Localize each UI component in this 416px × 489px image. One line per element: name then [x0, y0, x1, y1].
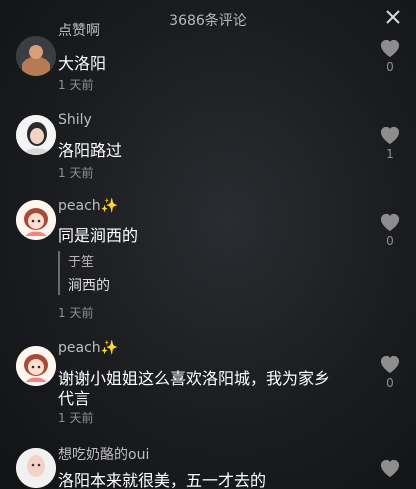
comment-username: peach✨ — [58, 340, 119, 356]
comment-timestamp: 1 天前 — [58, 166, 94, 180]
avatar[interactable] — [16, 115, 56, 155]
avatar[interactable] — [16, 200, 56, 240]
comment-username: 想吃奶酪的oui — [58, 447, 150, 463]
comment-text: 洛阳路过 — [58, 141, 123, 160]
comment-username: Shily — [58, 112, 92, 128]
avatar[interactable] — [16, 36, 56, 76]
comment-timestamp: 1 天前 — [58, 306, 94, 320]
quoted-reply[interactable]: 于笙 涧西的 — [58, 251, 110, 295]
comment-text: 同是涧西的 — [58, 226, 139, 245]
comment-timestamp: 1 天前 — [58, 78, 94, 92]
heart-icon — [380, 213, 400, 232]
avatar[interactable] — [16, 346, 56, 386]
heart-icon — [380, 355, 400, 374]
comment-text: 大洛阳 — [58, 54, 107, 73]
like-button[interactable]: 0 — [378, 212, 402, 248]
quoted-text: 涧西的 — [68, 278, 110, 294]
comment-text-line-1: 谢谢小姐姐这么喜欢洛阳城，我为家乡 — [58, 369, 331, 388]
heart-icon — [380, 459, 400, 478]
quoted-author: 于笙 — [68, 255, 95, 270]
heart-icon — [380, 126, 400, 145]
like-button[interactable]: 0 — [378, 38, 402, 74]
comment-timestamp: 1 天前 — [58, 411, 94, 425]
comment-sheet: 3686条评论 点赞啊 大洛阳 1 天前 0 Shily 洛阳路过 1 天前 1… — [0, 0, 416, 489]
comment-text-line-2: 代言 — [58, 389, 91, 408]
close-icon[interactable] — [384, 8, 402, 26]
like-count: 0 — [386, 60, 394, 74]
comment-username: 点赞啊 — [58, 23, 100, 39]
avatar[interactable] — [16, 448, 56, 488]
like-button[interactable]: 0 — [378, 354, 402, 390]
comment-text: 洛阳本来就很美，五一才去的 — [58, 471, 267, 489]
like-button[interactable] — [378, 458, 402, 482]
like-count: 1 — [386, 147, 394, 161]
like-button[interactable]: 1 — [378, 125, 402, 161]
comment-username: peach✨ — [58, 198, 119, 214]
heart-icon — [380, 39, 400, 58]
like-count: 0 — [386, 234, 394, 248]
like-count: 0 — [386, 376, 394, 390]
